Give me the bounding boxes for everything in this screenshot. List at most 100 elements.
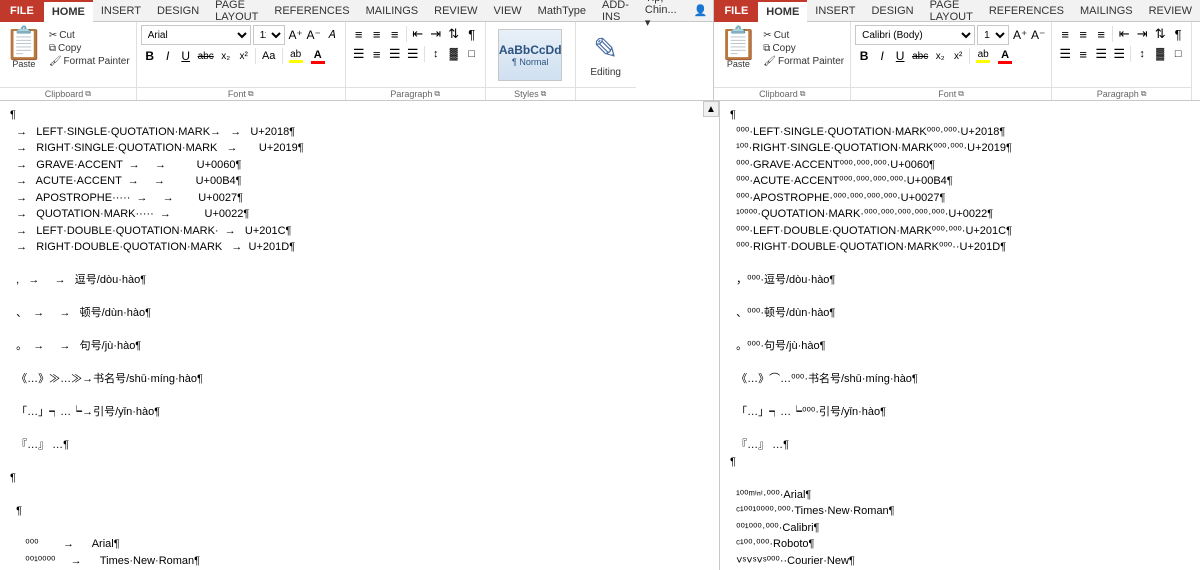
sort-button[interactable]: ⇅ xyxy=(445,25,463,43)
font-expand-icon-right[interactable]: ⧉ xyxy=(958,89,964,99)
font-color-button-right[interactable]: A xyxy=(994,47,1016,65)
font-size-selector-left[interactable]: 11 xyxy=(253,25,285,45)
clipboard-label-right: Clipboard ⧉ xyxy=(714,87,850,100)
right-doc-pane[interactable]: ¶ ⁰⁰⁰·LEFT·SINGLE·QUOTATION·MARK⁰⁰⁰·⁰⁰⁰·… xyxy=(720,101,1200,570)
grow-font-button-right[interactable]: A⁺ xyxy=(1011,26,1029,44)
bold-button-right[interactable]: B xyxy=(855,47,873,65)
clipboard-expand-icon-right[interactable]: ⧉ xyxy=(800,89,806,99)
highlight-button-left[interactable]: ab xyxy=(285,47,307,65)
tab-yip-left[interactable]: Yip, Chin... ▾ xyxy=(637,0,688,22)
tab-file-left[interactable]: FILE xyxy=(0,0,44,22)
font-expand-icon[interactable]: ⧉ xyxy=(248,89,254,99)
styles-button[interactable]: AaBbCcDd ¶ Normal xyxy=(498,29,562,81)
line-spacing-button[interactable]: ↕ xyxy=(427,45,445,63)
align-right-button[interactable]: ☰ xyxy=(386,45,404,63)
tab-design-left[interactable]: DESIGN xyxy=(149,0,207,22)
underline-button-left[interactable]: U xyxy=(177,47,195,65)
align-left-button[interactable]: ☰ xyxy=(350,45,368,63)
tab-addins-left[interactable]: ADD-INS xyxy=(594,0,637,22)
left-doc-pane[interactable]: ¶ → LEFT·SINGLE·QUOTATION·MARK→ → U+2018… xyxy=(0,101,720,570)
tab-mathtype-left[interactable]: MathType xyxy=(530,0,594,22)
sort-button-right[interactable]: ⇅ xyxy=(1151,25,1169,43)
grow-font-button[interactable]: A⁺ xyxy=(287,26,305,44)
format-painter-button-left[interactable]: 🖌 Format Painter xyxy=(47,55,132,68)
tab-insert-left[interactable]: INSERT xyxy=(93,0,149,22)
cut-button-right[interactable]: ✂ Cut xyxy=(761,29,846,42)
scissors-icon: ✂ xyxy=(49,30,57,41)
numbering-button-right[interactable]: ≡ xyxy=(1074,25,1092,43)
format-painter-button-right[interactable]: 🖌 Format Painter xyxy=(761,55,846,68)
align-center-button[interactable]: ≡ xyxy=(368,45,386,63)
show-hide-button[interactable]: ¶ xyxy=(463,25,481,43)
clear-format-button[interactable]: 𝐴 xyxy=(323,26,341,44)
tab-mailings-right[interactable]: MAILINGS xyxy=(1072,0,1141,22)
clipboard-expand-icon[interactable]: ⧉ xyxy=(85,89,91,99)
bullets-button-right[interactable]: ≡ xyxy=(1056,25,1074,43)
superscript-button-right[interactable]: x² xyxy=(949,47,967,65)
tab-file-right[interactable]: FILE xyxy=(714,0,758,22)
tab-review-right[interactable]: REVIEW xyxy=(1141,0,1200,22)
font-group-left: Arial 11 A⁺ A⁻ 𝐴 B I U xyxy=(137,22,346,100)
tab-references-left[interactable]: REFERENCES xyxy=(266,0,357,22)
align-right-button-right[interactable]: ☰ xyxy=(1092,45,1110,63)
font-name-selector-left[interactable]: Arial xyxy=(141,25,251,45)
shrink-font-button[interactable]: A⁻ xyxy=(305,26,323,44)
decrease-indent-button[interactable]: ⇤ xyxy=(409,25,427,43)
change-case-button-left[interactable]: Aa xyxy=(258,47,280,65)
strikethrough-button-left[interactable]: abc xyxy=(195,47,217,65)
tab-mailings-left[interactable]: MAILINGS xyxy=(358,0,427,22)
italic-button-right[interactable]: I xyxy=(873,47,891,65)
scroll-up-left[interactable]: ▲ xyxy=(703,101,719,117)
subscript-button-right[interactable]: x₂ xyxy=(931,47,949,65)
tab-page-layout-left[interactable]: PAGE LAYOUT xyxy=(207,0,266,22)
list-item: 「…」┑…┕→引号/yǐn·hào¶ xyxy=(10,404,709,421)
bold-button-left[interactable]: B xyxy=(141,47,159,65)
justify-button[interactable]: ☰ xyxy=(404,45,422,63)
copy-button-left[interactable]: ⧉ Copy xyxy=(47,42,132,55)
shading-button-right[interactable]: ▓ xyxy=(1151,45,1169,63)
copy-button-right[interactable]: ⧉ Copy xyxy=(761,42,846,55)
bullets-button[interactable]: ≡ xyxy=(350,25,368,43)
justify-button-right[interactable]: ☰ xyxy=(1110,45,1128,63)
numbering-button[interactable]: ≡ xyxy=(368,25,386,43)
align-left-button-right[interactable]: ☰ xyxy=(1056,45,1074,63)
cut-button-left[interactable]: ✂ Cut xyxy=(47,29,132,42)
font-size-selector-right[interactable]: 11 xyxy=(977,25,1009,45)
tab-design-right[interactable]: DESIGN xyxy=(863,0,921,22)
strikethrough-button-right[interactable]: abc xyxy=(909,47,931,65)
tab-review-left[interactable]: REVIEW xyxy=(426,0,485,22)
paragraph-expand-icon[interactable]: ⧉ xyxy=(434,89,440,99)
paste-button-right[interactable]: 📋 Paste xyxy=(718,25,758,69)
tab-view-left[interactable]: VIEW xyxy=(486,0,530,22)
tab-references-right[interactable]: REFERENCES xyxy=(981,0,1072,22)
shrink-font-button-right[interactable]: A⁻ xyxy=(1029,26,1047,44)
italic-button-left[interactable]: I xyxy=(159,47,177,65)
underline-button-right[interactable]: U xyxy=(891,47,909,65)
highlight-button-right[interactable]: ab xyxy=(972,47,994,65)
paragraph-expand-icon-right[interactable]: ⧉ xyxy=(1141,89,1147,99)
subscript-button-left[interactable]: x₂ xyxy=(217,47,235,65)
styles-expand-icon[interactable]: ⧉ xyxy=(541,89,547,99)
tab-home-left[interactable]: HOME xyxy=(44,0,93,22)
increase-indent-button-right[interactable]: ⇥ xyxy=(1133,25,1151,43)
tab-page-layout-right[interactable]: PAGE LAYOUT xyxy=(922,0,981,22)
font-name-selector-right[interactable]: Calibri (Body) xyxy=(855,25,975,45)
increase-indent-button[interactable]: ⇥ xyxy=(427,25,445,43)
line-spacing-button-right[interactable]: ↕ xyxy=(1133,45,1151,63)
font-color-button-left[interactable]: A xyxy=(307,47,329,65)
decrease-indent-button-right[interactable]: ⇤ xyxy=(1115,25,1133,43)
multilevel-button[interactable]: ≡ xyxy=(386,25,404,43)
list-item: 。⁰⁰⁰·句号/jù·hào¶ xyxy=(730,338,1190,355)
multilevel-button-right[interactable]: ≡ xyxy=(1092,25,1110,43)
tab-insert-right[interactable]: INSERT xyxy=(807,0,863,22)
superscript-button-left[interactable]: x² xyxy=(235,47,253,65)
tab-home-right[interactable]: HOME xyxy=(758,0,807,22)
paste-button-left[interactable]: 📋 Paste xyxy=(4,25,44,69)
list-item xyxy=(730,322,1190,339)
show-hide-button-right[interactable]: ¶ xyxy=(1169,25,1187,43)
borders-button-right[interactable]: □ xyxy=(1169,45,1187,63)
borders-button[interactable]: □ xyxy=(463,45,481,63)
user-icon-left[interactable]: 👤 xyxy=(688,0,714,22)
shading-button[interactable]: ▓ xyxy=(445,45,463,63)
align-center-button-right[interactable]: ≡ xyxy=(1074,45,1092,63)
